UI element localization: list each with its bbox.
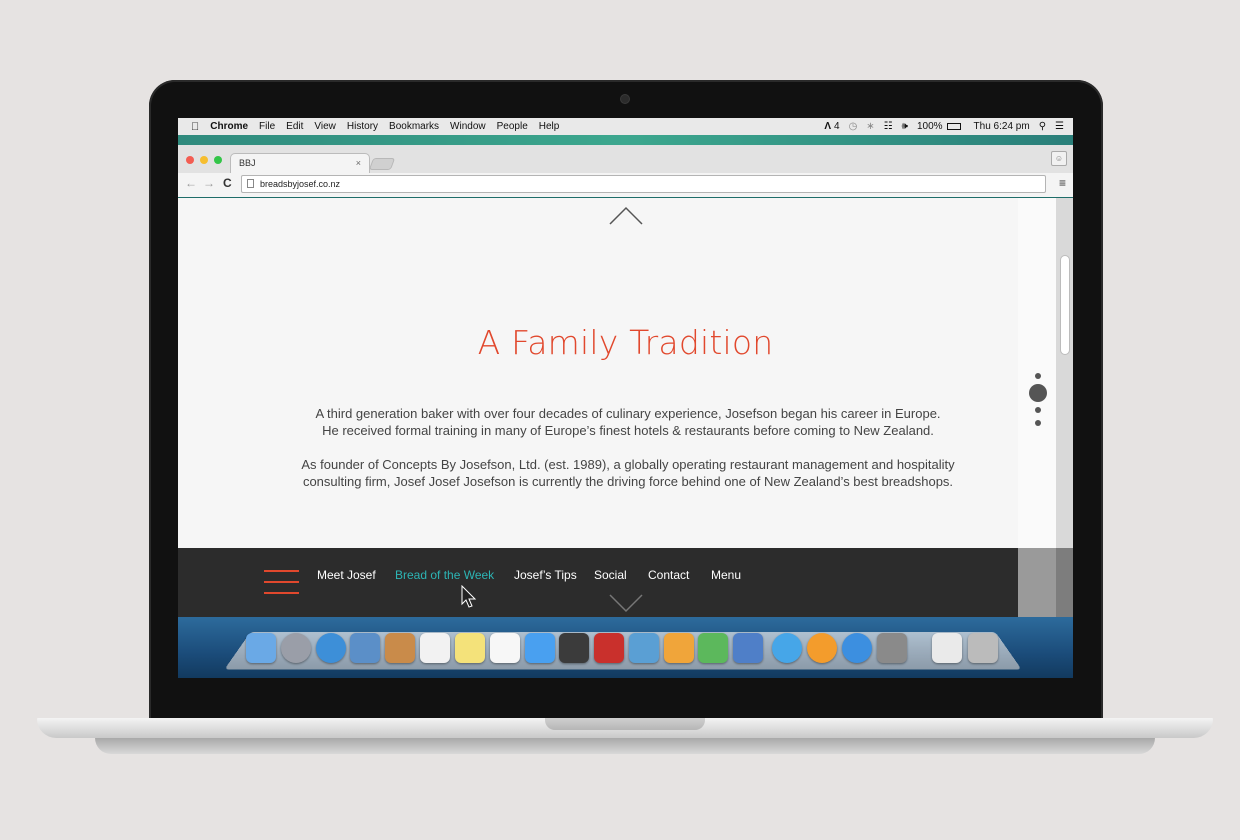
- nav-meet-josef[interactable]: Meet Josef: [317, 568, 376, 582]
- zoom-window-button[interactable]: [214, 156, 222, 164]
- section-dot-2-active[interactable]: [1029, 384, 1047, 402]
- pages-icon[interactable]: [664, 633, 694, 663]
- page-icon: [247, 179, 254, 188]
- paragraph-1-line-1: A third generation baker with over four …: [315, 406, 941, 421]
- tab-bbj[interactable]: BBJ ×: [230, 153, 370, 173]
- minimize-window-button[interactable]: [200, 156, 208, 164]
- document-icon[interactable]: [932, 633, 962, 663]
- notes-icon[interactable]: [455, 633, 485, 663]
- wifi-icon[interactable]: ☷: [884, 121, 893, 132]
- menu-view[interactable]: View: [314, 121, 336, 132]
- finder-icon[interactable]: [246, 633, 276, 663]
- menu-app-name[interactable]: Chrome: [210, 121, 248, 132]
- browser-toolbar: ← → C breadsbyjosef.co.nz ≡: [178, 173, 1073, 197]
- bluetooth-icon[interactable]: ∗: [866, 121, 874, 132]
- forward-icon[interactable]: →: [203, 176, 215, 190]
- browser-window: BBJ × ☺ ← → C breadsbyjosef.co.nz ≡: [178, 145, 1073, 197]
- nav-bread-of-the-week[interactable]: Bread of the Week: [395, 568, 494, 582]
- nav-social[interactable]: Social: [594, 568, 627, 582]
- itunes-icon[interactable]: [772, 633, 802, 663]
- spotlight-icon[interactable]: ⚲: [1039, 121, 1046, 132]
- iphoto-icon[interactable]: [629, 633, 659, 663]
- menu-help[interactable]: Help: [539, 121, 560, 132]
- adobe-icon[interactable]: Λ: [824, 121, 831, 132]
- keynote-icon[interactable]: [733, 633, 763, 663]
- close-window-button[interactable]: [186, 156, 194, 164]
- url-text: breadsbyjosef.co.nz: [260, 179, 341, 189]
- section-dot-1[interactable]: [1035, 373, 1041, 379]
- tab-title: BBJ: [239, 158, 256, 168]
- reminders-icon[interactable]: [490, 633, 520, 663]
- profile-icon[interactable]: ☺: [1051, 151, 1067, 166]
- battery-icon[interactable]: [946, 123, 961, 130]
- laptop-base-bottom: [95, 738, 1155, 754]
- facetime-icon[interactable]: [559, 633, 589, 663]
- status-area: Λ 4 ◷ ∗ ☷ 🕪 100% Thu 6:24 pm ⚲ ☰: [824, 118, 1073, 135]
- menu-bookmarks[interactable]: Bookmarks: [389, 121, 439, 132]
- screen:  Chrome File Edit View History Bookmark…: [178, 118, 1073, 678]
- numbers-icon[interactable]: [698, 633, 728, 663]
- contacts-icon[interactable]: [385, 633, 415, 663]
- scroll-up-chevron-icon[interactable]: [608, 206, 644, 226]
- ibooks-icon[interactable]: [807, 633, 837, 663]
- paragraph-1-line-2: He received formal training in many of E…: [322, 423, 934, 438]
- notification-center-icon[interactable]: ☰: [1055, 121, 1064, 132]
- laptop:  Chrome File Edit View History Bookmark…: [0, 0, 1240, 840]
- app-store-icon[interactable]: [842, 633, 872, 663]
- scroll-down-chevron-icon[interactable]: [608, 593, 644, 613]
- paragraph-2-line-1: As founder of Concepts By Josefson, Ltd.…: [301, 457, 955, 472]
- footer-scrollbar-block: [1056, 548, 1073, 617]
- photo-booth-icon[interactable]: [594, 633, 624, 663]
- system-preferences-icon[interactable]: [877, 633, 907, 663]
- page-title: A Family Tradition: [477, 323, 774, 362]
- menu-file[interactable]: File: [259, 121, 275, 132]
- camera: [621, 95, 629, 103]
- battery-percent: 100%: [916, 121, 943, 132]
- mac-menu-bar:  Chrome File Edit View History Bookmark…: [178, 118, 1073, 135]
- time-machine-icon[interactable]: ◷: [849, 121, 858, 132]
- chrome-menu-icon[interactable]: ≡: [1059, 176, 1066, 190]
- nav-menu[interactable]: Menu: [711, 568, 741, 582]
- section-dot-4[interactable]: [1035, 420, 1041, 426]
- section-dot-3[interactable]: [1035, 407, 1041, 413]
- address-bar[interactable]: breadsbyjosef.co.nz: [241, 175, 1046, 193]
- paragraph-2-line-2: consulting firm, Josef Josef Josefson is…: [302, 474, 954, 489]
- mouse-cursor-icon: [461, 585, 477, 608]
- clock[interactable]: Thu 6:24 pm: [974, 121, 1030, 132]
- launchpad-icon[interactable]: [281, 633, 311, 663]
- back-icon[interactable]: ←: [185, 176, 197, 190]
- calendar-icon[interactable]: [420, 633, 450, 663]
- nav-josefs-tips[interactable]: Josef’s Tips: [514, 568, 577, 582]
- footer-nav: Meet Josef Bread of the Week Josef’s Tip…: [178, 548, 1018, 617]
- laptop-notch: [545, 718, 705, 730]
- adobe-count: 4: [834, 121, 840, 132]
- reload-icon[interactable]: C: [223, 176, 232, 190]
- nav-contact[interactable]: Contact: [648, 568, 689, 582]
- tab-close-icon[interactable]: ×: [356, 158, 361, 168]
- menu-people[interactable]: People: [497, 121, 528, 132]
- safari-icon[interactable]: [316, 633, 346, 663]
- section-dot-nav: [1028, 371, 1048, 431]
- menu-edit[interactable]: Edit: [286, 121, 303, 132]
- menu-history[interactable]: History: [347, 121, 378, 132]
- hamburger-menu-icon[interactable]: [264, 570, 299, 594]
- desktop-wallpaper-strip: [178, 135, 1073, 145]
- mail-icon[interactable]: [350, 633, 380, 663]
- trash-icon[interactable]: [968, 633, 998, 663]
- volume-icon[interactable]: 🕪: [902, 121, 908, 132]
- apple-menu-icon[interactable]: : [191, 121, 199, 133]
- messages-icon[interactable]: [525, 633, 555, 663]
- new-tab-button[interactable]: [368, 158, 396, 170]
- menu-window[interactable]: Window: [450, 121, 486, 132]
